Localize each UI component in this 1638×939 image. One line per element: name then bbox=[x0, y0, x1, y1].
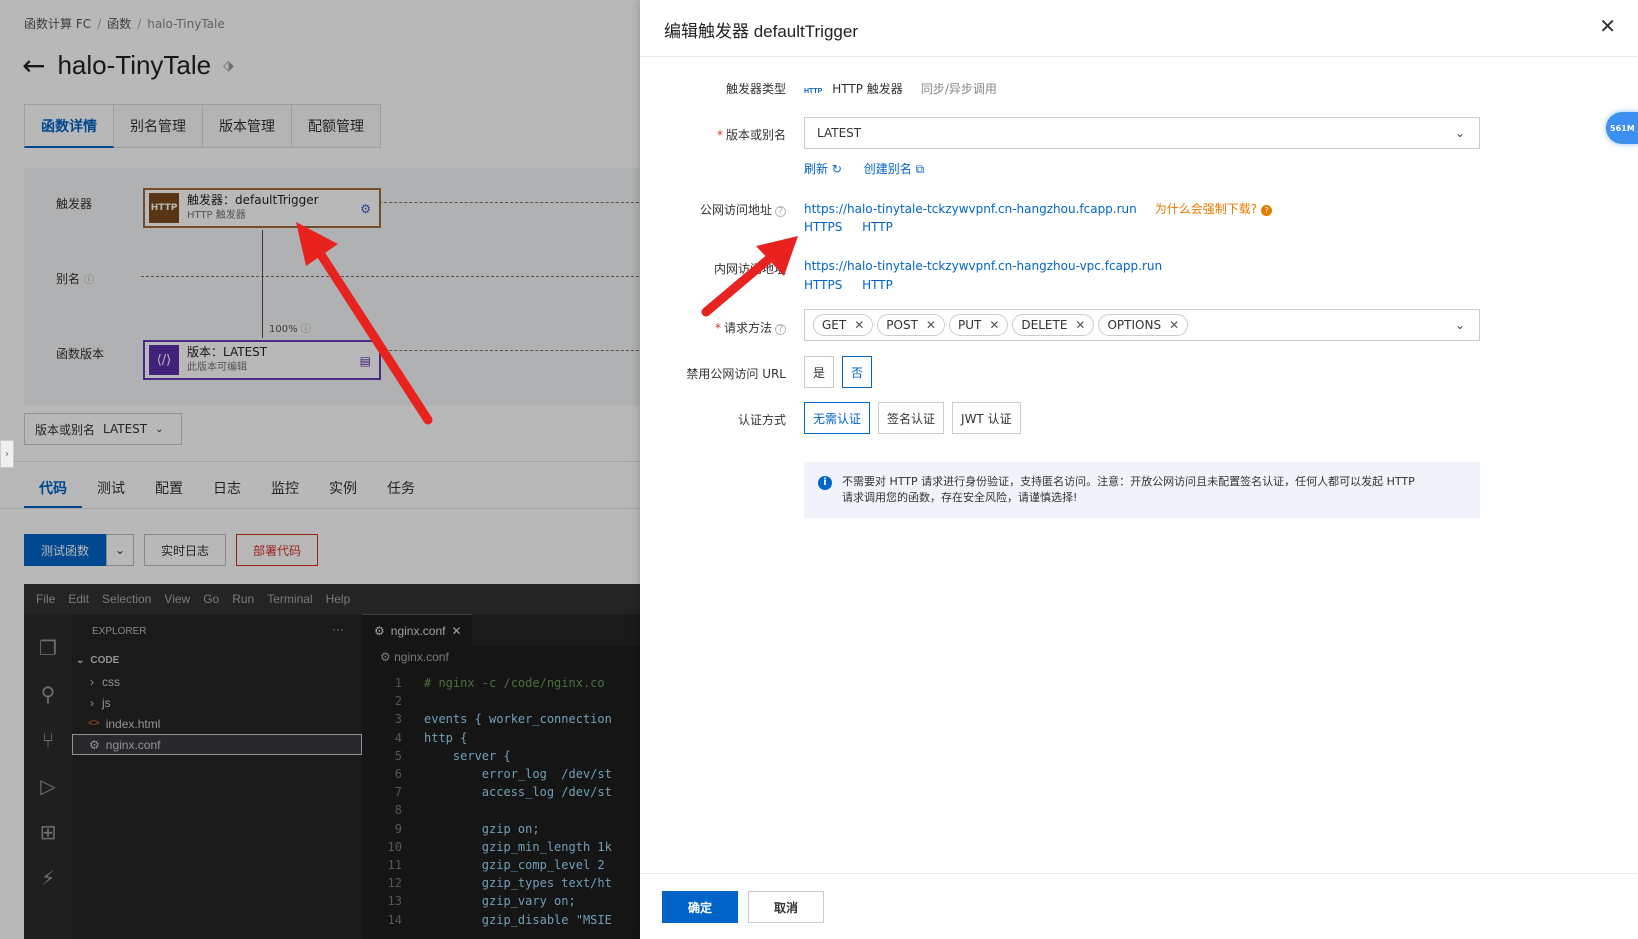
private-url-label: 内网访问地址 bbox=[713, 262, 786, 276]
private-url-protocols: HTTPS HTTP bbox=[804, 278, 893, 292]
method-chip-label: DELETE bbox=[1021, 318, 1068, 332]
auth-info-alert: i 不需要对 HTTP 请求进行身份验证，支持匿名访问。注意：开放公网访问且未配… bbox=[804, 462, 1480, 518]
private-url-row: https://halo-tinytale-tckzywvpnf.cn-hang… bbox=[804, 259, 1162, 273]
public-https-link[interactable]: HTTPS bbox=[804, 220, 842, 234]
close-icon[interactable]: ✕ bbox=[989, 318, 999, 332]
public-url-row: https://halo-tinytale-tckzywvpnf.cn-hang… bbox=[804, 200, 1273, 217]
method-chip-label: PUT bbox=[957, 318, 982, 332]
method-chips: GET ✕ POST ✕ PUT ✕ DELETE ✕ OPTIONS ✕ bbox=[813, 314, 1192, 336]
info-text-line-2: 请求调用您的函数，存在安全风险，请谨慎选择! bbox=[842, 491, 1078, 504]
trigger-type-label: 触发器类型 bbox=[725, 82, 786, 96]
edit-trigger-drawer: 编辑触发器 defaultTrigger ✕ 触发器类型 HTTP HTTP 触发… bbox=[640, 0, 1638, 939]
close-icon[interactable]: ✕ bbox=[1075, 318, 1085, 332]
request-method-multiselect[interactable]: GET ✕ POST ✕ PUT ✕ DELETE ✕ OPTIONS ✕ ⌄ bbox=[804, 309, 1480, 341]
auth-method-options: 无需认证 签名认证 JWT 认证 bbox=[804, 402, 1021, 434]
memory-badge[interactable]: 561M bbox=[1606, 112, 1638, 144]
http-icon: HTTP bbox=[804, 88, 823, 95]
private-url-link[interactable]: https://halo-tinytale-tckzywvpnf.cn-hang… bbox=[804, 259, 1162, 273]
info-icon: i bbox=[818, 476, 832, 490]
close-icon[interactable]: ✕ bbox=[926, 318, 936, 332]
method-chip-get: GET ✕ bbox=[813, 314, 874, 336]
invocation-mode: 同步/异步调用 bbox=[920, 82, 997, 96]
request-method-label: * 请求方法? bbox=[715, 319, 786, 336]
public-http-link[interactable]: HTTP bbox=[862, 220, 893, 234]
auth-method-label: 认证方式 bbox=[737, 413, 786, 427]
question-icon: ? bbox=[1261, 205, 1273, 216]
disable-public-url-label: 禁用公网访问 URL bbox=[686, 367, 786, 381]
drawer-header: 编辑触发器 defaultTrigger ✕ bbox=[640, 0, 1638, 57]
close-icon[interactable]: ✕ bbox=[854, 318, 864, 332]
chevron-down-icon: ⌄ bbox=[1454, 318, 1465, 332]
auth-none-button[interactable]: 无需认证 bbox=[804, 402, 871, 434]
force-download-help-link[interactable]: 为什么会强制下载?? bbox=[1155, 202, 1273, 216]
version-alias-label: * 版本或别名 bbox=[716, 128, 786, 142]
method-chip-label: OPTIONS bbox=[1107, 318, 1162, 332]
method-chip-label: GET bbox=[822, 318, 847, 332]
auth-jwt-button[interactable]: JWT 认证 bbox=[952, 402, 1021, 434]
private-http-link[interactable]: HTTP bbox=[862, 278, 893, 292]
disable-public-url-toggle: 是 否 bbox=[804, 356, 873, 388]
private-https-link[interactable]: HTTPS bbox=[804, 278, 842, 292]
modal-overlay[interactable] bbox=[0, 0, 640, 939]
version-alias-select[interactable]: LATEST ⌄ bbox=[804, 117, 1480, 149]
external-link-icon: ⧉ bbox=[915, 162, 925, 176]
method-chip-label: POST bbox=[886, 318, 918, 332]
chevron-down-icon: ⌄ bbox=[1454, 126, 1465, 140]
confirm-button[interactable]: 确定 bbox=[662, 891, 738, 923]
create-alias-link[interactable]: 创建别名 ⧉ bbox=[864, 162, 924, 176]
drawer-title: 编辑触发器 defaultTrigger bbox=[664, 22, 858, 41]
close-icon[interactable]: ✕ bbox=[1169, 318, 1179, 332]
public-url-label: 公网访问地址? bbox=[700, 201, 786, 218]
chevron-right-icon[interactable]: › bbox=[0, 440, 14, 468]
method-chip-post: POST ✕ bbox=[877, 314, 945, 336]
version-alias-actions: 刷新 ↻ 创建别名 ⧉ bbox=[804, 160, 924, 177]
info-text-line-1: 不需要对 HTTP 请求进行身份验证，支持匿名访问。注意：开放公网访问且未配置签… bbox=[842, 475, 1415, 488]
trigger-type-value: HTTP HTTP 触发器 同步/异步调用 bbox=[804, 82, 997, 96]
drawer-footer: 确定 取消 bbox=[640, 873, 1638, 939]
method-chip-delete: DELETE ✕ bbox=[1012, 314, 1095, 336]
public-url-protocols: HTTPS HTTP bbox=[804, 220, 893, 234]
close-icon[interactable]: ✕ bbox=[1599, 14, 1616, 38]
disable-public-url-no[interactable]: 否 bbox=[842, 356, 873, 388]
cancel-button[interactable]: 取消 bbox=[748, 891, 824, 923]
refresh-icon: ↻ bbox=[831, 162, 842, 176]
disable-public-url-yes[interactable]: 是 bbox=[804, 356, 835, 388]
auth-signature-button[interactable]: 签名认证 bbox=[878, 402, 945, 434]
refresh-link[interactable]: 刷新 ↻ bbox=[804, 162, 842, 176]
method-chip-options: OPTIONS ✕ bbox=[1098, 314, 1189, 336]
public-url-link[interactable]: https://halo-tinytale-tckzywvpnf.cn-hang… bbox=[804, 202, 1137, 216]
method-chip-put: PUT ✕ bbox=[948, 314, 1009, 336]
